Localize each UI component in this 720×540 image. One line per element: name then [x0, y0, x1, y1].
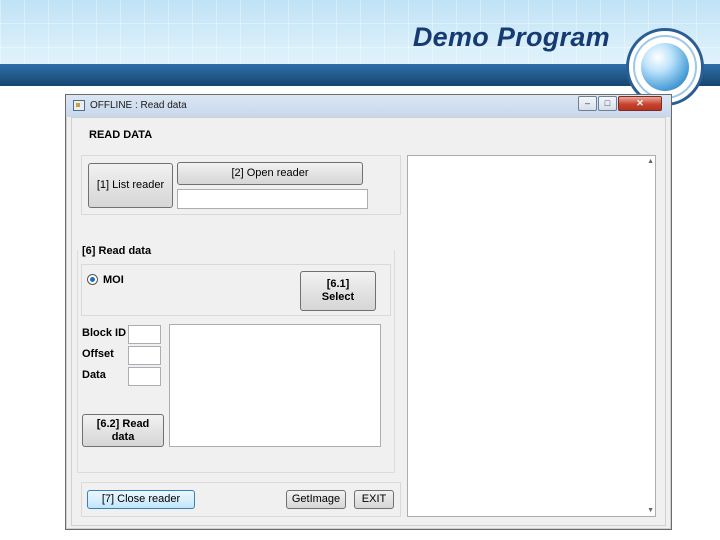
- offset-label: Offset: [82, 348, 114, 360]
- window-client: READ DATA [1] List reader [2] Open reade…: [71, 117, 666, 526]
- minimize-button[interactable]: –: [578, 96, 597, 111]
- slide: Demo Program OFFLINE : Read data – □ ✕ R…: [0, 0, 720, 540]
- block-id-label: Block ID: [82, 327, 127, 339]
- data-label: Data: [82, 369, 106, 381]
- read-data-button[interactable]: [6.2] Read data: [82, 414, 164, 447]
- offset-field[interactable]: [128, 346, 161, 365]
- scroll-up-icon[interactable]: ▲: [647, 158, 654, 165]
- read-data-button-line2: data: [111, 430, 135, 443]
- select-button-line1: [6.1]: [326, 278, 350, 290]
- select-button[interactable]: [6.1] Select: [300, 271, 376, 311]
- read-data-button-line1: [6.2] Read: [96, 417, 150, 430]
- maximize-button[interactable]: □: [598, 96, 617, 111]
- window-titlebar[interactable]: OFFLINE : Read data – □ ✕: [66, 95, 671, 117]
- app-window: OFFLINE : Read data – □ ✕ READ DATA [1] …: [65, 94, 672, 530]
- exit-button[interactable]: EXIT: [354, 490, 394, 509]
- block-id-field[interactable]: [128, 325, 161, 344]
- page-heading: READ DATA: [89, 129, 153, 141]
- select-button-line2: Select: [321, 291, 355, 303]
- open-reader-button[interactable]: [2] Open reader: [177, 162, 363, 185]
- log-textbox[interactable]: ▲ ▼: [407, 155, 656, 517]
- moi-option-label[interactable]: MOI: [103, 274, 124, 286]
- window-title: OFFLINE : Read data: [90, 100, 187, 111]
- result-textbox[interactable]: [169, 324, 381, 447]
- reader-name-field[interactable]: [177, 189, 368, 209]
- slide-title: Demo Program: [412, 22, 610, 52]
- scroll-down-icon[interactable]: ▼: [647, 507, 654, 514]
- list-reader-button[interactable]: [1] List reader: [88, 163, 173, 208]
- radio-selected-icon[interactable]: [87, 274, 98, 285]
- header-band: [0, 64, 720, 86]
- close-window-button[interactable]: ✕: [618, 96, 662, 111]
- get-image-button[interactable]: GetImage: [286, 490, 346, 509]
- data-field[interactable]: [128, 367, 161, 386]
- app-icon[interactable]: [73, 100, 85, 111]
- close-reader-button[interactable]: [7] Close reader: [87, 490, 195, 509]
